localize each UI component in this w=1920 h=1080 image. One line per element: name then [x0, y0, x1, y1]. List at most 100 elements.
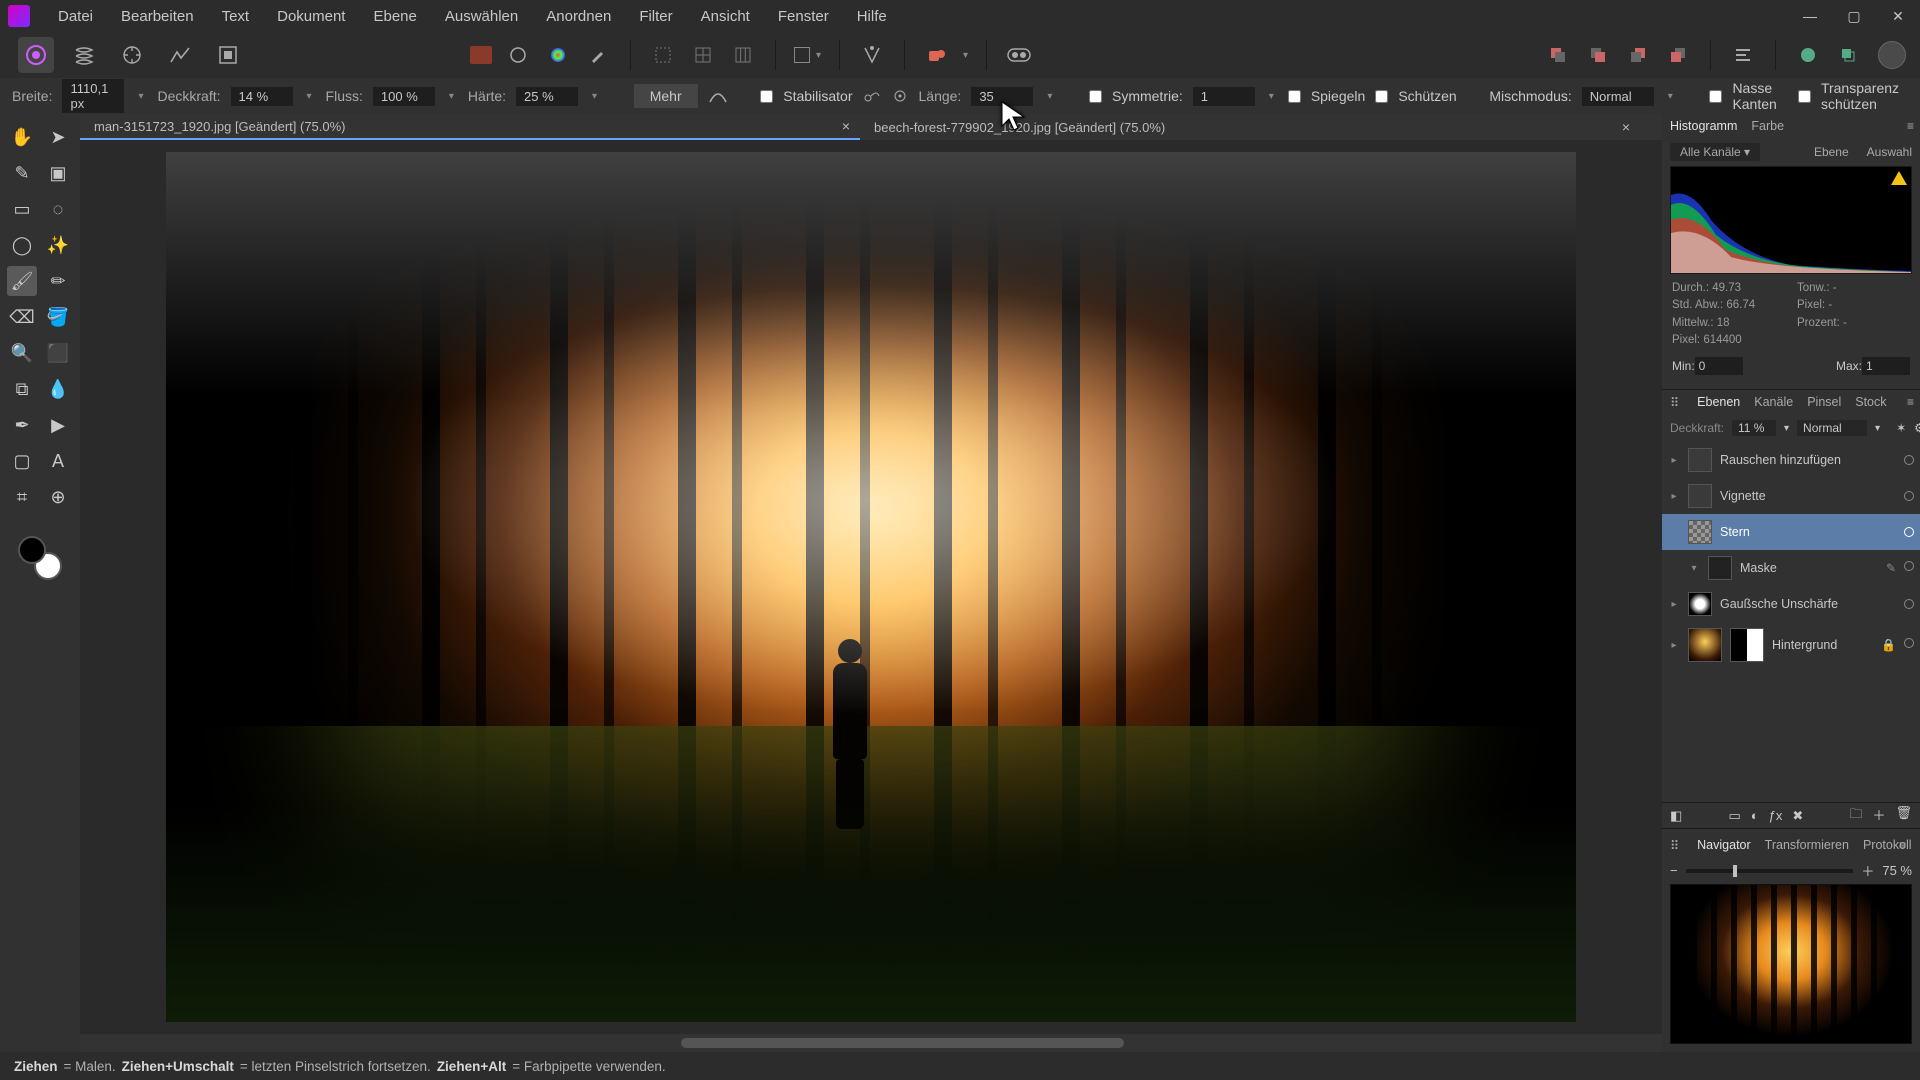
menu-datei[interactable]: Datei [44, 2, 107, 31]
mesh-warp-tool[interactable]: ⌗ [7, 482, 37, 512]
shape-rect-tool[interactable]: ▢ [7, 446, 37, 476]
window-maximize-button[interactable]: ▢ [1832, 0, 1876, 32]
eyedropper-top-icon[interactable] [584, 41, 612, 69]
layer-stern[interactable]: Stern [1662, 514, 1920, 550]
snapping-dropdown[interactable]: ▾ [794, 47, 821, 63]
pixel-brush-tool[interactable]: ✏ [43, 266, 73, 296]
blendmode-select[interactable]: Normal [1582, 87, 1654, 106]
duplicate-top-icon[interactable] [1834, 41, 1862, 69]
pinsel-tab[interactable]: Pinsel [1807, 395, 1841, 409]
layer-opacity-input[interactable]: 11 % [1732, 420, 1776, 436]
opacity-input[interactable]: 14 % [231, 87, 293, 106]
persona-photo-button[interactable] [18, 37, 54, 73]
zoom-slider[interactable] [1686, 869, 1854, 873]
crop-tool[interactable]: ▣ [43, 158, 73, 188]
arrange-front-icon[interactable] [1664, 41, 1692, 69]
menu-anordnen[interactable]: Anordnen [532, 2, 625, 31]
zoom-in-button[interactable]: ＋ [1861, 861, 1874, 880]
menu-ebene[interactable]: Ebene [359, 2, 430, 31]
document-tab-2-close[interactable]: × [1622, 119, 1630, 135]
persona-liquify-button[interactable] [66, 37, 102, 73]
stabilizer-checkbox[interactable] [760, 90, 773, 103]
menu-text[interactable]: Text [208, 2, 264, 31]
node-tool[interactable]: ▶ [43, 410, 73, 440]
edit-all-layers-icon[interactable]: ◧ [1670, 808, 1682, 824]
protect-checkbox[interactable] [1375, 90, 1388, 103]
color-wheel-icon[interactable] [544, 41, 572, 69]
layer-lock-icon[interactable]: ✶ [1896, 421, 1906, 435]
layer-hintergrund[interactable]: ▸ Hintergrund 🔒 [1662, 622, 1920, 668]
document-tab-1-close[interactable]: × [842, 118, 850, 134]
layer-blend-select[interactable]: Normal [1797, 420, 1867, 436]
width-input[interactable]: 1110,1 px [62, 79, 124, 113]
burn-tool[interactable]: ⬛ [43, 338, 73, 368]
live-filter-icon[interactable]: ✖ [1792, 808, 1803, 824]
nav-menu-icon[interactable]: ≡ [1899, 838, 1906, 852]
blur-brush-tool[interactable]: 💧 [43, 374, 73, 404]
grid-dotted-icon[interactable] [649, 41, 677, 69]
move-tool[interactable]: ➤ [43, 122, 73, 152]
canvas[interactable] [80, 140, 1662, 1034]
lock-icon[interactable]: 🔒 [1881, 638, 1896, 652]
flood-fill-tool[interactable]: 🪣 [43, 302, 73, 332]
menu-dokument[interactable]: Dokument [263, 2, 359, 31]
layer-vignette[interactable]: ▸ Vignette [1662, 478, 1920, 514]
horizontal-scrollbar[interactable] [80, 1034, 1662, 1052]
zoom-value[interactable]: 75 % [1882, 863, 1912, 878]
clone-brush-tool[interactable]: ⧉ [7, 374, 37, 404]
transform-tab[interactable]: Transformieren [1765, 838, 1849, 852]
layer-gauss[interactable]: ▸ Gaußsche Unschärfe [1662, 586, 1920, 622]
histo-ebene-link[interactable]: Ebene [1814, 145, 1849, 159]
persona-tone-button[interactable] [162, 37, 198, 73]
menu-ansicht[interactable]: Ansicht [687, 2, 764, 31]
length-input[interactable]: 35 [971, 87, 1033, 106]
histo-min-input[interactable] [1695, 357, 1743, 375]
farbe-tab[interactable]: Farbe [1751, 119, 1784, 133]
kanaele-tab[interactable]: Kanäle [1754, 395, 1793, 409]
panel-menu-icon[interactable]: ≡ [1907, 119, 1914, 133]
more-button[interactable]: Mehr [634, 84, 698, 108]
fx-layer-icon[interactable]: ƒx [1769, 808, 1783, 824]
stock-tab[interactable]: Stock [1855, 395, 1886, 409]
layers-menu-icon[interactable]: ≡ [1907, 395, 1914, 409]
document-tab-1[interactable]: man-3151723_1920.jpg [Geändert] (75.0%)× [80, 114, 860, 140]
protect-alpha-checkbox[interactable] [1798, 90, 1811, 103]
quickmask-icon[interactable] [1005, 41, 1033, 69]
document-tab-2[interactable]: beech-forest-779902_1920.jpg [Geändert] … [860, 114, 1640, 140]
pen-tool[interactable]: ✒ [7, 410, 37, 440]
layer-hintergrund-mask-thumb[interactable] [1730, 628, 1764, 662]
hardness-input[interactable]: 25 % [516, 87, 578, 106]
mask-layer-icon[interactable]: ▭ [1728, 808, 1740, 824]
selection-rect-tool[interactable]: ▭ [7, 194, 37, 224]
erase-brush-tool[interactable]: ⌫ [7, 302, 37, 332]
arrange-backward-icon[interactable] [1584, 41, 1612, 69]
color-picker-tool[interactable]: ✎ [7, 158, 37, 188]
ebenen-tab[interactable]: Ebenen [1697, 395, 1740, 409]
menu-filter[interactable]: Filter [625, 2, 686, 31]
grid-thirds-icon[interactable] [729, 41, 757, 69]
histogram-tab[interactable]: Histogramm [1670, 119, 1737, 133]
add-pixel-layer-icon[interactable]: ＋ [1872, 805, 1885, 827]
wetedges-checkbox[interactable] [1709, 90, 1722, 103]
grid-solid-icon[interactable] [689, 41, 717, 69]
channels-select[interactable]: Alle Kanäle ▾ [1670, 143, 1760, 161]
window-stabilizer-icon[interactable] [891, 84, 909, 108]
add-layer-top-icon[interactable] [1794, 41, 1822, 69]
group-layers-icon[interactable]: 🗀 [1849, 805, 1862, 827]
persona-export-button[interactable] [210, 37, 246, 73]
dodge-tool[interactable]: 🔍 [7, 338, 37, 368]
menu-auswaehlen[interactable]: Auswählen [431, 2, 532, 31]
flood-select-tool[interactable]: ✨ [43, 230, 73, 260]
arrange-back-icon[interactable] [1544, 41, 1572, 69]
symmetry-input[interactable]: 1 [1193, 87, 1255, 106]
menu-fenster[interactable]: Fenster [764, 2, 843, 31]
layer-cog-icon[interactable]: ⚙ [1914, 421, 1920, 435]
mirror-checkbox[interactable] [1288, 90, 1301, 103]
panel-handle-icon[interactable]: ⠿ [1670, 395, 1679, 410]
zoom-out-button[interactable]: − [1670, 863, 1678, 878]
arrange-forward-icon[interactable] [1624, 41, 1652, 69]
menu-hilfe[interactable]: Hilfe [843, 2, 901, 31]
layer-maske[interactable]: ▾ Maske ✎ [1662, 550, 1920, 586]
selection-brush-tool[interactable]: ◯ [7, 230, 37, 260]
selection-free-tool[interactable]: ◌ [43, 194, 73, 224]
